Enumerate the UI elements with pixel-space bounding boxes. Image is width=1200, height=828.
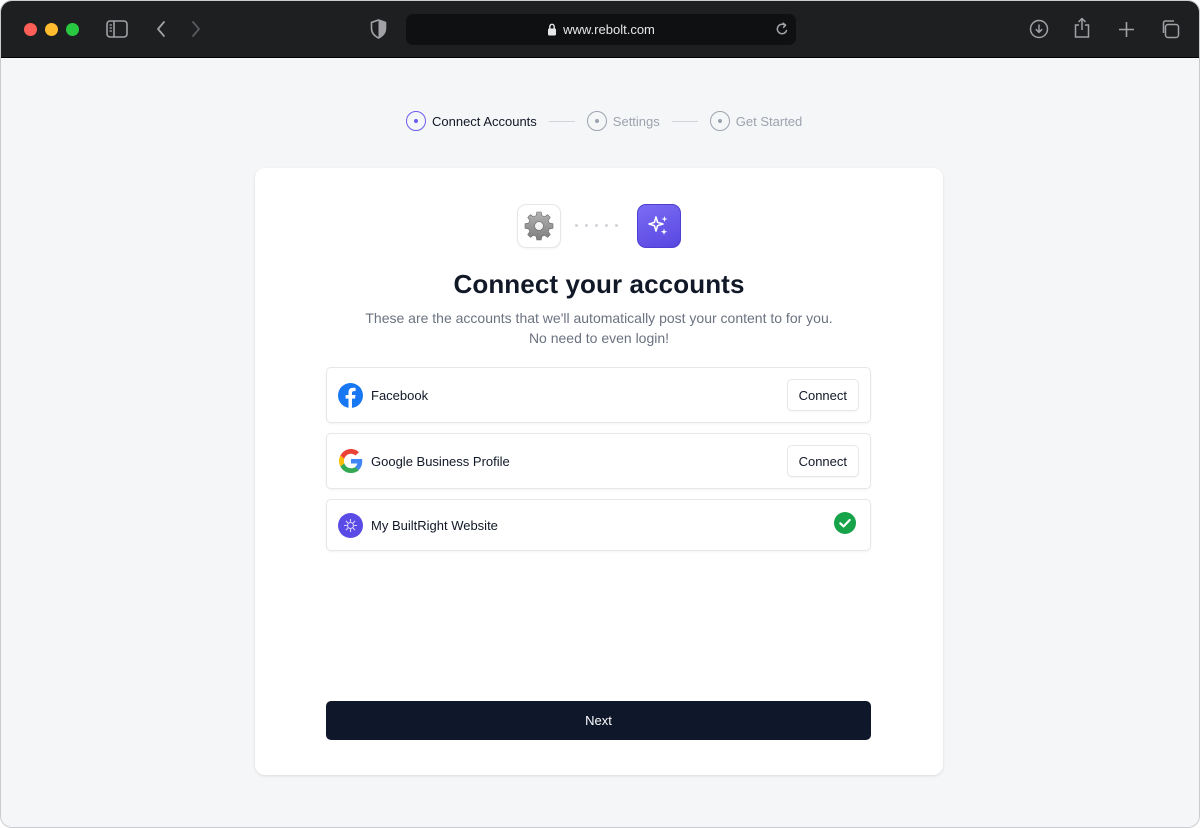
gear-icon [517, 204, 561, 248]
close-window-button[interactable] [24, 23, 37, 36]
subtitle-line: No need to even login! [528, 330, 670, 346]
new-tab-icon[interactable] [1118, 21, 1135, 38]
connection-dots [575, 224, 625, 227]
reload-icon[interactable] [774, 21, 790, 42]
connect-accounts-card: Connect your accounts These are the acco… [255, 168, 943, 775]
builtright-icon [338, 512, 363, 538]
back-icon[interactable] [155, 20, 167, 38]
maximize-window-button[interactable] [66, 23, 79, 36]
step-indicator-icon [586, 111, 607, 131]
share-icon[interactable] [1073, 17, 1091, 39]
browser-window: www.rebolt.com Connect Accounts Settings… [0, 0, 1200, 828]
connected-check-icon [834, 511, 856, 539]
step-label: Settings [612, 113, 660, 129]
step-indicator-icon [709, 111, 730, 131]
step-divider [671, 120, 698, 122]
account-row-builtright-website: My BuiltRight Website [326, 499, 871, 551]
account-name: My BuiltRight Website [371, 517, 498, 533]
step-connect-accounts[interactable]: Connect Accounts [406, 111, 537, 131]
account-row-google-business: Google Business Profile Connect [326, 433, 871, 489]
sparkles-icon [637, 204, 681, 248]
forward-icon[interactable] [190, 20, 202, 38]
step-divider [548, 120, 575, 122]
step-settings[interactable]: Settings [586, 111, 660, 131]
step-get-started[interactable]: Get Started [709, 111, 803, 131]
lock-icon [547, 23, 557, 36]
google-icon [338, 449, 363, 474]
browser-toolbar: www.rebolt.com [1, 1, 1199, 58]
sidebar-toggle-icon[interactable] [106, 20, 128, 38]
privacy-shield-icon[interactable] [370, 19, 387, 39]
account-name: Google Business Profile [371, 453, 510, 469]
step-label: Connect Accounts [432, 113, 537, 129]
minimize-window-button[interactable] [45, 23, 58, 36]
onboarding-stepper: Connect Accounts Settings Get Started [406, 110, 802, 132]
facebook-icon [338, 382, 363, 408]
account-row-facebook: Facebook Connect [326, 367, 871, 423]
tab-overview-icon[interactable] [1160, 19, 1180, 39]
page-subtitle: These are the accounts that we'll automa… [255, 308, 943, 348]
account-name: Facebook [371, 387, 429, 403]
page-title: Connect your accounts [453, 269, 745, 299]
accounts-list: Facebook Connect Google Business Profile… [326, 367, 871, 561]
connect-google-business-button[interactable]: Connect [786, 445, 859, 477]
url-text: www.rebolt.com [563, 22, 655, 37]
step-indicator-icon [406, 111, 426, 131]
step-label: Get Started [735, 113, 803, 129]
page-content: Connect Accounts Settings Get Started Co… [1, 58, 1199, 827]
connect-facebook-button[interactable]: Connect [786, 379, 859, 411]
next-button[interactable]: Next [326, 701, 871, 740]
subtitle-line: These are the accounts that we'll automa… [365, 310, 833, 326]
address-bar[interactable]: www.rebolt.com [406, 14, 796, 45]
downloads-icon[interactable] [1029, 19, 1049, 39]
